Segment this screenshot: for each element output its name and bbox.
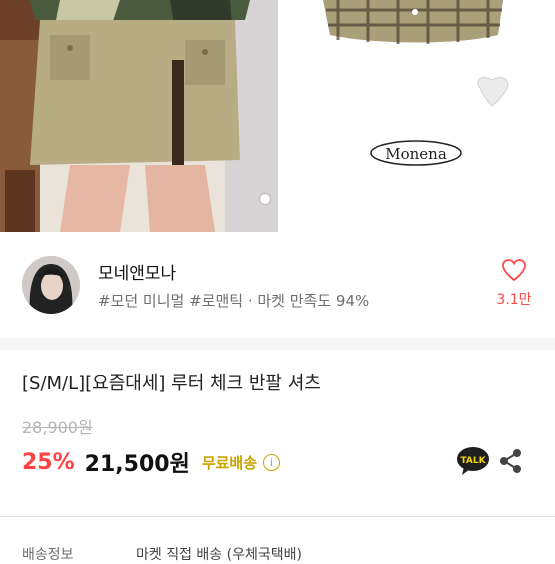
shirt-photo-illustration: Monena [278,0,555,232]
gallery-page-indicator[interactable] [260,194,270,204]
product-image-gallery[interactable]: Monena [0,0,555,232]
kakao-talk-button[interactable]: TALK [456,446,490,476]
talk-label: TALK [460,456,486,466]
product-photo-shirt[interactable]: Monena [278,0,555,232]
talk-bubble-icon: TALK [457,447,489,475]
free-shipping-badge: 무료배송 [201,453,258,472]
share-button[interactable] [497,447,525,475]
discount-rate: 25% [22,449,75,475]
delivery-label: 배송정보 [22,547,74,563]
info-icon[interactable]: i [263,453,281,471]
brand-logo: Monena [385,145,447,163]
product-photo-skirt[interactable] [0,0,278,232]
heart-outline-icon [502,259,526,282]
share-icon [500,449,521,473]
skirt-photo-illustration [0,0,278,232]
like-count: 3.1만 [496,292,532,308]
section-spacer [0,232,555,240]
original-price: 28,900원 [22,418,93,437]
like-button[interactable] [490,258,538,286]
price-row: 25% 21,500원 무료배송 i [22,447,281,477]
shop-avatar[interactable] [22,256,80,314]
delivery-value: 마켓 직접 배송 (우체국택배) [136,547,302,563]
product-title: [S/M/L][요즘대세] 루터 체크 반팔 셔츠 [22,373,321,394]
shop-tags[interactable]: #모던 미니멀 #로맨틱 · 마켓 만족도 94% [98,290,369,311]
section-divider-line [0,516,555,517]
sale-price: 21,500원 [84,452,190,477]
avatar-image [22,256,80,314]
section-divider [0,338,555,350]
shop-name[interactable]: 모네앤모나 [98,259,176,284]
